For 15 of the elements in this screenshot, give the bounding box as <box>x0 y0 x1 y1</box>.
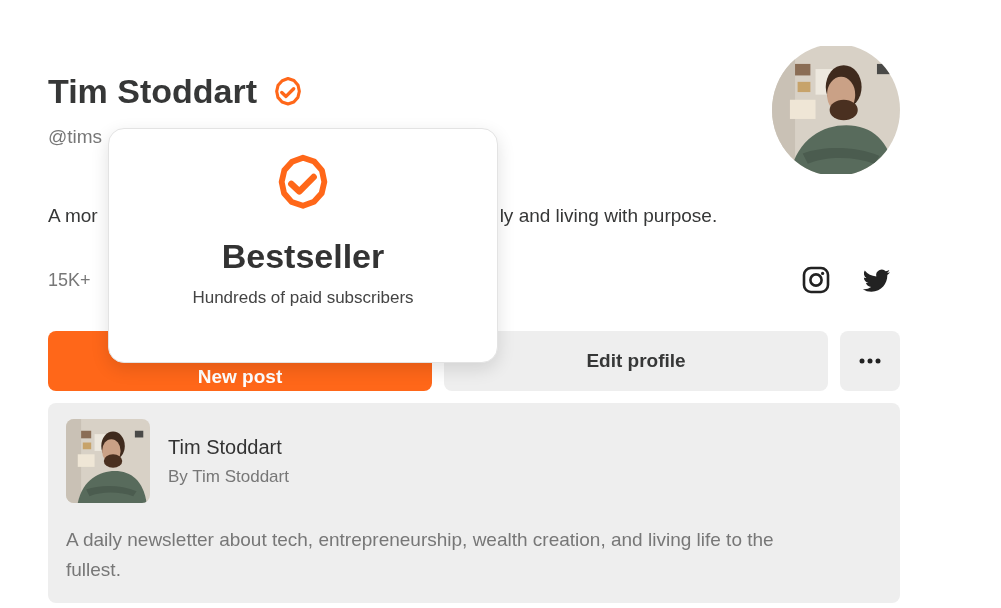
publication-description: A daily newsletter about tech, entrepreneurship, wealth creation, and living life to the fullest. <box>66 528 775 582</box>
bio-text: ly and living with purpose. <box>499 204 718 228</box>
publication-byline: By Tim Stoddart <box>168 466 289 487</box>
profile-name: Tim Stoddart <box>48 71 258 112</box>
popover-subtitle: Hundreds of paid subscribers <box>192 288 414 308</box>
more-icon <box>859 358 881 364</box>
bio-text: A mor <box>48 204 98 228</box>
more-button[interactable] <box>840 331 900 391</box>
profile-handle: @tims <box>48 126 104 148</box>
subscriber-count: 15K+ <box>48 269 91 291</box>
popover-title: Bestseller <box>221 237 385 276</box>
publication-title: Tim Stoddart <box>168 435 283 459</box>
instagram-icon <box>801 265 831 295</box>
edit-profile-button[interactable]: Edit profile <box>444 331 828 391</box>
publication-card[interactable]: Tim Stoddart By Tim Stoddart A daily newsletter about tech, entrepreneurship, wealth creation, and living life to the fullest. <box>48 403 900 603</box>
